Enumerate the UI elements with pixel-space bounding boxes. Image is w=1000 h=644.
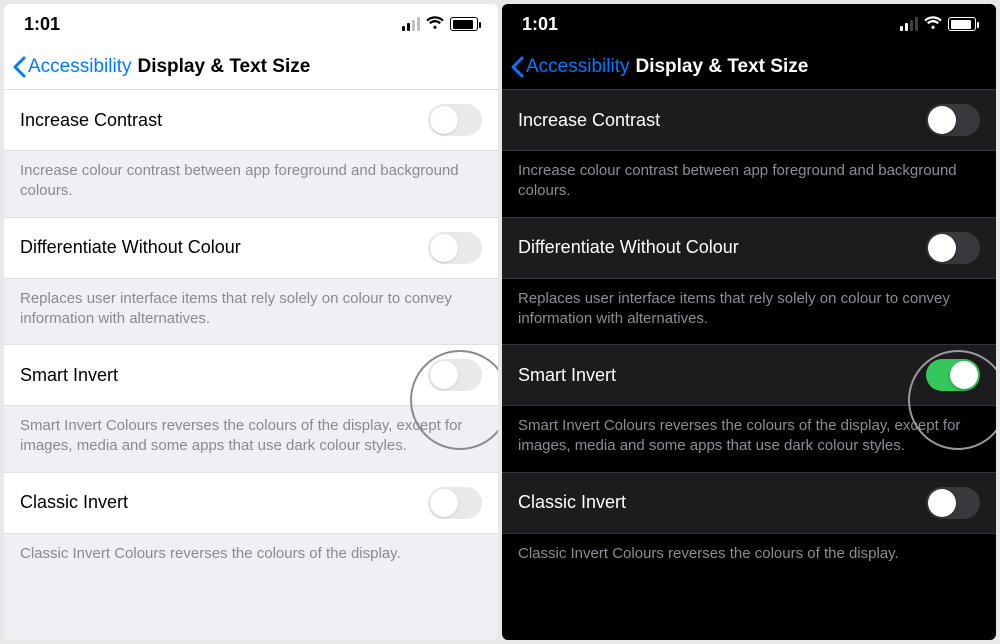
toggle-increase-contrast[interactable] (428, 104, 482, 136)
status-bar: 1:01 (502, 4, 996, 44)
row-label: Classic Invert (20, 492, 128, 513)
status-icons (402, 14, 478, 35)
row-differentiate[interactable]: Differentiate Without Colour (4, 217, 498, 279)
settings-pane-dark: 1:01 Accessibility Display & Text Size I… (502, 4, 996, 640)
row-classic-invert[interactable]: Classic Invert (502, 472, 996, 534)
row-label: Increase Contrast (20, 110, 162, 131)
desc-differentiate: Replaces user interface items that rely … (4, 279, 498, 346)
nav-bar: Accessibility Display & Text Size (4, 44, 498, 90)
desc-smart-invert: Smart Invert Colours reverses the colour… (502, 406, 996, 473)
toggle-increase-contrast[interactable] (926, 104, 980, 136)
status-time: 1:01 (522, 14, 558, 35)
status-bar: 1:01 (4, 4, 498, 44)
page-title: Display & Text Size (635, 56, 808, 78)
signal-icon (402, 17, 420, 31)
back-label: Accessibility (28, 56, 131, 78)
desc-smart-invert: Smart Invert Colours reverses the colour… (4, 406, 498, 473)
toggle-classic-invert[interactable] (428, 487, 482, 519)
row-smart-invert[interactable]: Smart Invert (502, 344, 996, 406)
chevron-left-icon (12, 56, 26, 78)
row-label: Differentiate Without Colour (20, 237, 241, 258)
status-icons (900, 14, 976, 35)
toggle-classic-invert[interactable] (926, 487, 980, 519)
status-time: 1:01 (24, 14, 60, 35)
desc-increase-contrast: Increase colour contrast between app for… (4, 151, 498, 218)
battery-icon (948, 17, 976, 31)
toggle-smart-invert[interactable] (926, 359, 980, 391)
wifi-icon (426, 14, 444, 35)
settings-pane-light: 1:01 Accessibility Display & Text Size I… (4, 4, 498, 640)
row-increase-contrast[interactable]: Increase Contrast (4, 89, 498, 151)
desc-increase-contrast: Increase colour contrast between app for… (502, 151, 996, 218)
toggle-smart-invert[interactable] (428, 359, 482, 391)
row-label: Classic Invert (518, 492, 626, 513)
toggle-differentiate[interactable] (428, 232, 482, 264)
row-label: Increase Contrast (518, 110, 660, 131)
desc-classic-invert: Classic Invert Colours reverses the colo… (502, 534, 996, 580)
row-label: Smart Invert (20, 365, 118, 386)
row-smart-invert[interactable]: Smart Invert (4, 344, 498, 406)
nav-bar: Accessibility Display & Text Size (502, 44, 996, 90)
battery-icon (450, 17, 478, 31)
row-differentiate[interactable]: Differentiate Without Colour (502, 217, 996, 279)
row-label: Differentiate Without Colour (518, 237, 739, 258)
back-button[interactable]: Accessibility (12, 56, 131, 78)
desc-differentiate: Replaces user interface items that rely … (502, 279, 996, 346)
chevron-left-icon (510, 56, 524, 78)
back-label: Accessibility (526, 56, 629, 78)
row-label: Smart Invert (518, 365, 616, 386)
toggle-differentiate[interactable] (926, 232, 980, 264)
row-increase-contrast[interactable]: Increase Contrast (502, 89, 996, 151)
desc-classic-invert: Classic Invert Colours reverses the colo… (4, 534, 498, 580)
signal-icon (900, 17, 918, 31)
row-classic-invert[interactable]: Classic Invert (4, 472, 498, 534)
wifi-icon (924, 14, 942, 35)
back-button[interactable]: Accessibility (510, 56, 629, 78)
page-title: Display & Text Size (137, 56, 310, 78)
